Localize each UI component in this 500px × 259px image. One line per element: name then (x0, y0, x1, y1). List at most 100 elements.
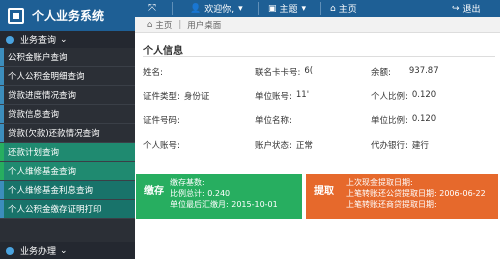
sidebar-item-label: 贷款信息查询 (8, 110, 60, 120)
info-row: 证件类型: 身份证 单位账号: 11' 个人比例: 0.120 (143, 87, 495, 105)
sidebar-item-label: 还款计划查询 (8, 148, 60, 158)
sidebar-item-detail-query[interactable]: 个人公积金明细查询 (0, 67, 135, 86)
sidebar-item-maintenance-fund[interactable]: 个人维修基金查询 (0, 162, 135, 181)
breadcrumb-home[interactable]: ⌂ 主页 (147, 19, 172, 31)
sidebar-group-label: 业务办理 (20, 247, 57, 257)
info-label: 联名卡卡号: (255, 68, 301, 78)
info-cell: 个人比例: 0.120 (371, 90, 436, 102)
info-cell: 单位名称: (255, 114, 296, 126)
section-title: 个人信息 (143, 46, 183, 57)
welcome-menu[interactable]: 👤 欢迎你, ▾ (190, 0, 243, 17)
caret-down-icon: ▾ (238, 3, 243, 14)
info-label: 个人比例: (371, 92, 408, 102)
divider (320, 2, 321, 15)
info-value: 建行 (411, 141, 429, 151)
info-cell: 单位账号: 11' (255, 90, 309, 102)
info-row: 姓名: 联名卡卡号: 6( 余额: 937.87 (143, 63, 495, 81)
sidebar-accent (0, 181, 4, 199)
sidebar-item-deposit-certificate[interactable]: 个人公积金缴存证明打印 (0, 200, 135, 219)
logo-icon (8, 7, 24, 24)
info-cell: 证件号码: (143, 114, 184, 126)
sidebar-item-repayment-status[interactable]: 贷款(欠款)还款情况查询 (0, 124, 135, 143)
welcome-label: 欢迎你, (204, 5, 235, 15)
circle-icon (6, 246, 14, 255)
breadcrumb-separator: | (178, 19, 182, 30)
sidebar-item-label: 个人公积金明细查询 (8, 72, 85, 82)
sidebar-item-loan-progress[interactable]: 贷款进度情况查询 (0, 86, 135, 105)
withdraw-last-cash: 上次现金提取日期: (346, 178, 413, 187)
divider (143, 56, 495, 57)
sidebar-item-label: 个人维修基金利息查询 (8, 186, 94, 196)
info-value: 0.120 (411, 90, 437, 100)
sidebar-item-repayment-plan[interactable]: 还款计划查询 (0, 143, 135, 162)
info-row: 证件号码: 单位名称: 单位比例: 0.120 (143, 111, 495, 129)
theme-icon: ▣ (268, 3, 277, 14)
sidebar-item-label: 贷款(欠款)还款情况查询 (8, 129, 100, 139)
deposit-last-month: 单位最后汇缴月: 2015-10-01 (170, 200, 278, 209)
breadcrumb: ⌂ 主页 | 用户桌面 (135, 17, 500, 33)
divider (172, 2, 173, 15)
breadcrumb-home-label: 主页 (155, 20, 173, 31)
sidebar-accent (0, 143, 4, 161)
info-label: 姓名: (143, 68, 163, 78)
info-value: 正常 (295, 141, 313, 151)
info-cell: 联名卡卡号: 6( (255, 66, 313, 78)
sidebar-item-account-query[interactable]: 公积金账户查询 (0, 48, 135, 67)
sidebar-item-fund-interest[interactable]: 个人维修基金利息查询 (0, 181, 135, 200)
sidebar: 业务查询 ⌄ 公积金账户查询 个人公积金明细查询 贷款进度情况查询 贷款信息查询… (0, 31, 135, 259)
deposit-badge: 缴存 (144, 186, 164, 197)
sidebar-accent (0, 162, 4, 180)
home-icon: ⌂ (330, 3, 336, 14)
sidebar-accent (0, 67, 4, 85)
info-label: 单位名称: (255, 116, 292, 126)
info-label: 证件类型: (143, 92, 180, 102)
info-cell: 单位比例: 0.120 (371, 114, 436, 126)
info-cell: 姓名: (143, 66, 167, 78)
chevron-down-icon: ⌄ (60, 34, 68, 45)
chevron-down-icon: ⌄ (60, 245, 68, 256)
theme-label: 主题 (279, 5, 298, 15)
info-label: 代办银行: (371, 141, 408, 151)
sidebar-group-business[interactable]: 业务办理 ⌄ (0, 242, 135, 259)
sidebar-item-label: 个人维修基金查询 (8, 167, 77, 177)
info-cell: 余额: 937.87 (371, 66, 439, 78)
info-cell: 证件类型: 身份证 (143, 90, 209, 102)
expand-icon[interactable]: ⤧ (142, 0, 162, 17)
divider (258, 2, 259, 15)
deposit-ratio-total: 比例总计: 0.240 (170, 189, 231, 198)
withdraw-commercial-loan: 上笔转账还商贷提取日期: (346, 200, 437, 209)
sidebar-item-loan-info[interactable]: 贷款信息查询 (0, 105, 135, 124)
logout-button[interactable]: ↪ 退出 (452, 0, 481, 17)
theme-menu[interactable]: ▣ 主题 ▾ (268, 0, 306, 17)
user-icon: 👤 (190, 3, 202, 14)
sidebar-item-label: 贷款进度情况查询 (8, 91, 77, 101)
info-label: 单位比例: (371, 116, 408, 126)
info-value: 0.120 (411, 114, 437, 124)
info-label: 账户状态: (255, 141, 292, 151)
info-label: 单位账号: (255, 92, 292, 102)
sidebar-item-label: 公积金账户查询 (8, 53, 68, 63)
withdraw-card[interactable]: 提取 上次现金提取日期: 上笔转账还公贷提取日期: 2006-06-22 上笔转… (306, 174, 498, 219)
info-label: 个人账号: (143, 141, 180, 151)
deposit-details: 缴存基数: 比例总计: 0.240 单位最后汇缴月: 2015-10-01 (170, 177, 278, 210)
home-link[interactable]: ⌂ 主页 (330, 0, 357, 17)
sidebar-group-query[interactable]: 业务查询 ⌄ (0, 31, 135, 48)
deposit-card[interactable]: 缴存 缴存基数: 比例总计: 0.240 单位最后汇缴月: 2015-10-01 (136, 174, 302, 219)
info-cell: 个人账号: (143, 139, 184, 151)
main-content: 个人信息 姓名: 联名卡卡号: 6( 余额: 937.87 证件类型: 身份证 … (135, 33, 500, 259)
sidebar-group-label: 业务查询 (20, 36, 57, 46)
brand: 个人业务系统 (0, 0, 135, 31)
caret-down-icon: ▾ (301, 3, 307, 14)
home-icon: ⌂ (147, 19, 153, 30)
info-value: 11' (295, 90, 310, 100)
info-value: 937.87 (408, 66, 439, 76)
info-row: 个人账号: 账户状态: 正常 代办银行: 建行 (143, 136, 495, 154)
info-label: 证件号码: (143, 116, 180, 126)
app-title: 个人业务系统 (32, 9, 105, 23)
withdraw-badge: 提取 (314, 186, 334, 197)
logout-icon: ↪ (452, 3, 460, 14)
sidebar-accent (0, 105, 4, 123)
info-value: 6( (304, 66, 314, 76)
sidebar-item-label: 个人公积金缴存证明打印 (8, 205, 102, 215)
info-label: 余额: (371, 68, 391, 78)
